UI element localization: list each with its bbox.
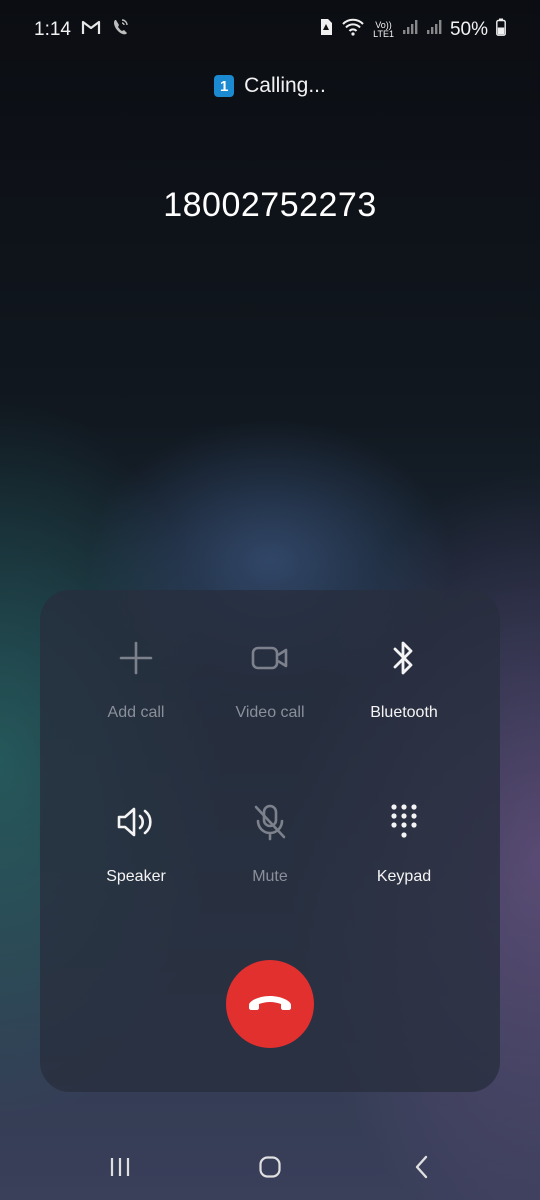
sim-slot-badge: 1: [214, 75, 235, 97]
bluetooth-label: Bluetooth: [370, 704, 438, 721]
recent-apps-icon: [108, 1156, 132, 1183]
volte-bottom-text: LTE1: [373, 29, 394, 39]
mute-button[interactable]: Mute: [200, 802, 340, 902]
back-button[interactable]: [402, 1152, 442, 1186]
call-controls-panel: Add call Video call Bluetooth Speaker Mu…: [40, 590, 500, 1092]
status-right: Vo)) LTE1 50%: [319, 18, 506, 42]
signal-icon-2: [426, 19, 442, 41]
end-call-icon: [246, 991, 294, 1018]
battery-percent: 50%: [449, 19, 488, 40]
end-call-button[interactable]: [226, 960, 314, 1048]
mute-label: Mute: [252, 868, 288, 885]
keypad-button[interactable]: Keypad: [334, 802, 474, 902]
keypad-icon: [384, 802, 424, 842]
video-call-label: Video call: [235, 704, 305, 721]
home-button[interactable]: [250, 1152, 290, 1186]
add-call-label: Add call: [107, 704, 165, 721]
video-camera-icon: [250, 638, 290, 678]
plus-icon: [116, 638, 156, 678]
status-bar: 1:14 Vo)) LTE1 50%: [0, 0, 540, 60]
home-icon: [258, 1155, 282, 1184]
signal-icon: [402, 19, 418, 41]
navigation-bar: [0, 1140, 540, 1200]
phone-number: 18002752273: [163, 186, 377, 224]
keypad-label: Keypad: [376, 868, 432, 885]
video-call-button[interactable]: Video call: [200, 638, 340, 738]
gmail-icon: [81, 19, 101, 41]
speaker-icon: [116, 802, 156, 842]
bluetooth-button[interactable]: Bluetooth: [334, 638, 474, 738]
speaker-label: Speaker: [106, 868, 166, 885]
battery-icon: [496, 18, 506, 42]
call-status-text: Calling...: [244, 74, 326, 97]
wifi-calling-icon: [111, 18, 129, 42]
mic-off-icon: [250, 802, 290, 842]
add-call-button[interactable]: Add call: [66, 638, 206, 738]
status-left: 1:14: [34, 18, 129, 42]
speaker-button[interactable]: Speaker: [66, 802, 206, 902]
volte-icon: Vo)) LTE1: [373, 21, 394, 39]
call-status-row: 1 Calling...: [0, 74, 540, 98]
back-icon: [413, 1155, 431, 1184]
clock: 1:14: [34, 19, 71, 40]
wifi-icon: [341, 18, 365, 42]
bluetooth-icon: [384, 638, 424, 678]
sim-alert-icon: [319, 18, 333, 42]
recent-apps-button[interactable]: [100, 1152, 140, 1186]
